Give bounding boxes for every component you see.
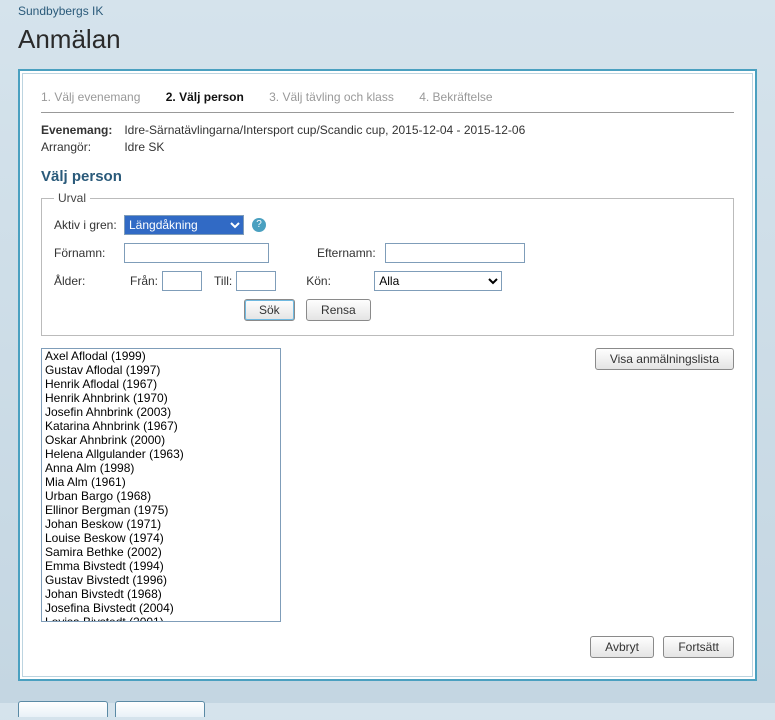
footer-tab-1[interactable] (18, 701, 108, 717)
organiser-value: Idre SK (124, 140, 164, 154)
event-value: Idre-Särnatävlingarna/Intersport cup/Sca… (124, 123, 525, 137)
wizard-steps: 1. Välj evenemang 2. Välj person 3. Välj… (41, 90, 734, 113)
list-item[interactable]: Helena Allgulander (1963) (42, 447, 280, 461)
person-listbox[interactable]: Axel Aflodal (1999)Gustav Aflodal (1997)… (41, 348, 281, 622)
age-to-input[interactable] (236, 271, 276, 291)
list-item[interactable]: Urban Bargo (1968) (42, 489, 280, 503)
firstname-input[interactable] (124, 243, 269, 263)
gender-label: Kön: (306, 274, 374, 288)
step-3[interactable]: 3. Välj tävling och klass (269, 90, 394, 104)
step-4[interactable]: 4. Bekräftelse (419, 90, 492, 104)
cancel-button[interactable]: Avbryt (590, 636, 654, 658)
list-item[interactable]: Ellinor Bergman (1975) (42, 503, 280, 517)
lastname-label: Efternamn: (317, 246, 385, 260)
search-button[interactable]: Sök (244, 299, 295, 321)
gender-select[interactable]: Alla (374, 271, 502, 291)
age-from-label: Från: (130, 274, 158, 288)
clear-button[interactable]: Rensa (306, 299, 371, 321)
main-panel: 1. Välj evenemang 2. Välj person 3. Välj… (18, 69, 757, 681)
list-item[interactable]: Johan Bivstedt (1968) (42, 587, 280, 601)
event-row: Evenemang: Idre-Särnatävlingarna/Intersp… (41, 123, 734, 137)
list-item[interactable]: Oskar Ahnbrink (2000) (42, 433, 280, 447)
section-title: Välj person (41, 168, 734, 185)
age-from-input[interactable] (162, 271, 202, 291)
step-2[interactable]: 2. Välj person (166, 90, 244, 104)
list-item[interactable]: Henrik Aflodal (1967) (42, 377, 280, 391)
active-branch-select[interactable]: Längdåkning (124, 215, 244, 235)
help-icon[interactable]: ? (252, 218, 266, 232)
page-title: Anmälan (0, 22, 775, 69)
age-label: Ålder: (54, 274, 124, 288)
active-branch-label: Aktiv i gren: (54, 218, 124, 232)
organiser-label: Arrangör: (41, 140, 121, 154)
list-item[interactable]: Johan Beskow (1971) (42, 517, 280, 531)
list-item[interactable]: Samira Bethke (2002) (42, 545, 280, 559)
step-1[interactable]: 1. Välj evenemang (41, 90, 140, 104)
list-item[interactable]: Louise Beskow (1974) (42, 531, 280, 545)
main-panel-inner: 1. Välj evenemang 2. Välj person 3. Välj… (22, 73, 753, 677)
list-item[interactable]: Mia Alm (1961) (42, 475, 280, 489)
lastname-input[interactable] (385, 243, 525, 263)
firstname-label: Förnamn: (54, 246, 124, 260)
age-to-label: Till: (214, 274, 232, 288)
list-item[interactable]: Axel Aflodal (1999) (42, 349, 280, 363)
list-item[interactable]: Katarina Ahnbrink (1967) (42, 419, 280, 433)
breadcrumb[interactable]: Sundbybergs IK (0, 0, 775, 22)
footer-tabs (18, 701, 757, 720)
continue-button[interactable]: Fortsätt (663, 636, 734, 658)
list-item[interactable]: Josefin Ahnbrink (2003) (42, 405, 280, 419)
organiser-row: Arrangör: Idre SK (41, 140, 734, 154)
footer-tab-2[interactable] (115, 701, 205, 717)
list-item[interactable]: Anna Alm (1998) (42, 461, 280, 475)
list-item[interactable]: Josefina Bivstedt (2004) (42, 601, 280, 615)
list-item[interactable]: Lovisa Bivstedt (2001) (42, 615, 280, 622)
list-item[interactable]: Gustav Aflodal (1997) (42, 363, 280, 377)
filter-fieldset: Urval Aktiv i gren: Längdåkning ? Förnam… (41, 191, 734, 336)
event-label: Evenemang: (41, 123, 121, 137)
show-registration-list-button[interactable]: Visa anmälningslista (595, 348, 734, 370)
filter-legend: Urval (54, 191, 90, 205)
list-item[interactable]: Emma Bivstedt (1994) (42, 559, 280, 573)
list-item[interactable]: Gustav Bivstedt (1996) (42, 573, 280, 587)
list-item[interactable]: Henrik Ahnbrink (1970) (42, 391, 280, 405)
